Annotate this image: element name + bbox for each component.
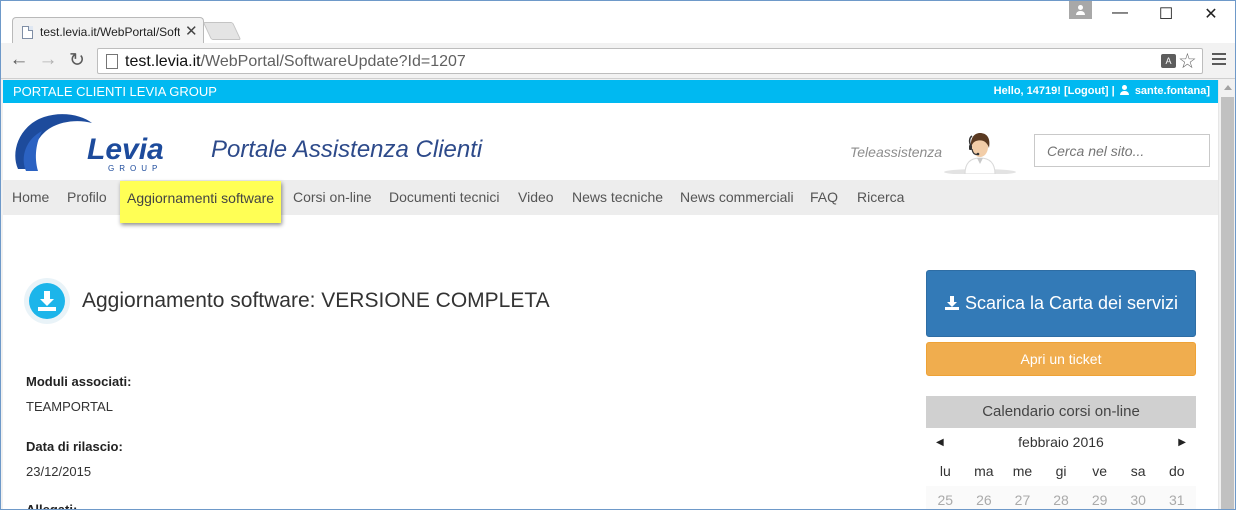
calendar-weekdays: lu ma me gi ve sa do bbox=[926, 457, 1196, 486]
back-button[interactable]: ← bbox=[8, 49, 30, 71]
calendar-next-month-icon[interactable]: ▶ bbox=[1178, 428, 1186, 457]
course-calendar: Calendario corsi on-line ◀ febbraio 2016… bbox=[926, 396, 1197, 509]
site-search-input[interactable] bbox=[1034, 134, 1210, 167]
portal-brand-label: PORTALE CLIENTI LEVIA GROUP bbox=[13, 84, 217, 99]
modules-value: TEAMPORTAL bbox=[26, 399, 113, 414]
scroll-up-arrow-icon[interactable] bbox=[1224, 85, 1232, 90]
nav-documenti-tecnici[interactable]: Documenti tecnici bbox=[389, 180, 500, 215]
modules-label: Moduli associati: bbox=[26, 374, 132, 389]
browser-tab[interactable]: test.levia.it/WebPortal/Soft ✕ bbox=[12, 17, 204, 45]
weekday-label: ma bbox=[974, 463, 994, 479]
nav-faq[interactable]: FAQ bbox=[810, 180, 838, 215]
nav-news-commerciali[interactable]: News commerciali bbox=[680, 180, 794, 215]
support-agent-icon[interactable] bbox=[943, 130, 1018, 175]
calendar-day[interactable]: 25 bbox=[926, 486, 965, 509]
vertical-scrollbar[interactable] bbox=[1218, 80, 1235, 509]
nav-news-tecniche[interactable]: News tecniche bbox=[572, 180, 663, 215]
download-icon bbox=[24, 278, 70, 324]
page-favicon-icon bbox=[22, 26, 33, 39]
levia-logo[interactable]: Levia GROUP bbox=[12, 111, 172, 175]
nav-aggiornamenti-software[interactable]: Aggiornamenti software bbox=[120, 181, 282, 223]
tab-strip: test.levia.it/WebPortal/Soft ✕ — ☐ ✕ bbox=[1, 1, 1235, 45]
weekday-label: ve bbox=[1092, 463, 1107, 479]
weekday-label: lu bbox=[939, 463, 951, 479]
calendar-month: febbraio 2016 bbox=[1018, 434, 1104, 450]
reload-button[interactable]: ↻ bbox=[66, 49, 88, 72]
site-header: Levia GROUP Portale Assistenza Clienti T… bbox=[3, 103, 1218, 180]
calendar-day[interactable]: 31 bbox=[1157, 486, 1197, 509]
translate-icon[interactable]: A bbox=[1161, 54, 1176, 68]
nav-ricerca[interactable]: Ricerca bbox=[857, 180, 904, 215]
nav-video[interactable]: Video bbox=[518, 180, 554, 215]
url-text[interactable]: test.levia.it/WebPortal/SoftwareUpdate?I… bbox=[125, 53, 466, 71]
download-charter-button[interactable]: Scarica la Carta dei servizi bbox=[926, 270, 1196, 337]
minimize-button[interactable]: — bbox=[1110, 4, 1130, 22]
scroll-thumb[interactable] bbox=[1221, 97, 1234, 509]
release-date-value: 23/12/2015 bbox=[26, 464, 92, 479]
nav-home[interactable]: Home bbox=[12, 180, 49, 215]
main-nav: Home Profilo Aggiornamenti software Cors… bbox=[3, 180, 1218, 223]
address-bar[interactable]: test.levia.it/WebPortal/SoftwareUpdate?I… bbox=[97, 48, 1203, 74]
download-arrow-icon bbox=[944, 273, 960, 338]
logo-subtext: GROUP bbox=[108, 164, 162, 173]
update-heading: Aggiornamento software: VERSIONE COMPLET… bbox=[82, 289, 550, 312]
page-info-icon[interactable] bbox=[106, 54, 118, 69]
teleassistenza-link[interactable]: Teleassistenza bbox=[850, 144, 942, 160]
profile-icon[interactable] bbox=[1069, 1, 1092, 19]
weekday-label: me bbox=[1012, 463, 1033, 479]
calendar-day[interactable]: 27 bbox=[1003, 486, 1042, 509]
top-bar: PORTALE CLIENTI LEVIA GROUP Hello, 14719… bbox=[3, 80, 1218, 103]
calendar-day[interactable]: 28 bbox=[1041, 486, 1081, 509]
weekday-label: gi bbox=[1055, 463, 1067, 479]
calendar-week: 25 26 27 28 29 30 31 bbox=[926, 486, 1197, 509]
user-icon bbox=[1119, 85, 1129, 95]
logo-text: Levia bbox=[87, 133, 164, 166]
logout-link[interactable]: Hello, 14719! [Logout] | bbox=[994, 85, 1115, 97]
close-tab-icon[interactable]: ✕ bbox=[185, 22, 198, 40]
close-window-button[interactable]: ✕ bbox=[1201, 4, 1221, 24]
weekday-label: sa bbox=[1130, 463, 1146, 479]
nav-corsi-online[interactable]: Corsi on-line bbox=[293, 180, 372, 215]
calendar-day[interactable]: 26 bbox=[964, 486, 1004, 509]
browser-window: test.levia.it/WebPortal/Soft ✕ — ☐ ✕ ← →… bbox=[0, 0, 1236, 510]
bookmark-star-icon[interactable]: ☆ bbox=[1178, 49, 1197, 74]
page-viewport: PORTALE CLIENTI LEVIA GROUP Hello, 14719… bbox=[3, 80, 1235, 510]
calendar-nav: ◀ febbraio 2016 ▶ bbox=[926, 428, 1196, 457]
charter-button-label: Scarica la Carta dei servizi bbox=[964, 293, 1179, 313]
release-date-label: Data di rilascio: bbox=[26, 439, 123, 454]
user-status: Hello, 14719! [Logout] | sante.fontana] bbox=[994, 85, 1210, 97]
new-tab-button[interactable] bbox=[202, 22, 242, 40]
forward-button[interactable]: → bbox=[37, 49, 59, 71]
tab-title: test.levia.it/WebPortal/Soft bbox=[40, 25, 180, 39]
nav-profilo[interactable]: Profilo bbox=[67, 180, 107, 215]
maximize-button[interactable]: ☐ bbox=[1156, 4, 1176, 24]
browser-toolbar: ← → ↻ test.levia.it/WebPortal/SoftwareUp… bbox=[1, 43, 1235, 79]
calendar-day[interactable]: 29 bbox=[1080, 486, 1119, 509]
username-label: sante.fontana] bbox=[1134, 85, 1210, 97]
calendar-title: Calendario corsi on-line bbox=[926, 396, 1196, 428]
page-title: Portale Assistenza Clienti bbox=[211, 136, 483, 163]
attachments-label: Allegati: bbox=[26, 502, 78, 510]
calendar-prev-month-icon[interactable]: ◀ bbox=[936, 428, 944, 457]
open-ticket-button[interactable]: Apri un ticket bbox=[926, 342, 1196, 376]
browser-menu-icon[interactable] bbox=[1212, 53, 1226, 65]
weekday-label: do bbox=[1168, 463, 1185, 479]
calendar-day[interactable]: 30 bbox=[1118, 486, 1158, 509]
